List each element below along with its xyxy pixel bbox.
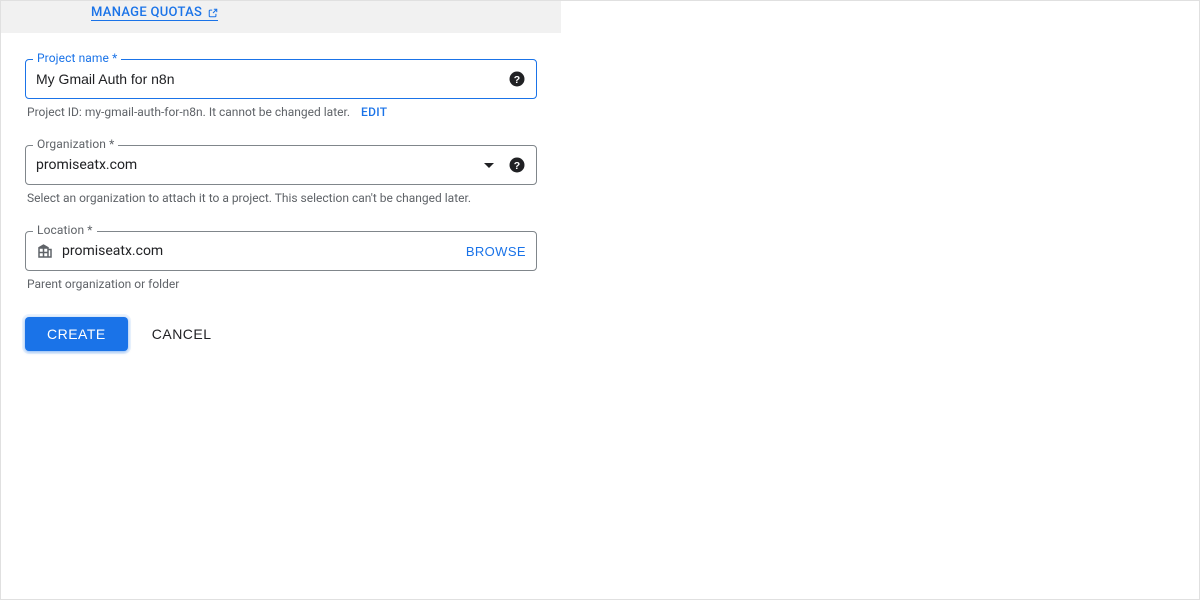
external-link-icon bbox=[208, 8, 218, 18]
manage-quotas-label: MANAGE QUOTAS bbox=[91, 5, 202, 20]
edit-project-id-button[interactable]: EDIT bbox=[361, 105, 387, 119]
location-field-wrap: Location * promiseatx.com BROWSE Parent … bbox=[25, 231, 537, 291]
location-helper: Parent organization or folder bbox=[25, 277, 537, 291]
create-button[interactable]: CREATE bbox=[25, 317, 128, 351]
project-id-helper: Project ID: my-gmail-auth-for-n8n. It ca… bbox=[25, 105, 537, 119]
svg-text:?: ? bbox=[514, 74, 520, 86]
project-id-suffix: . It cannot be changed later. bbox=[203, 105, 350, 119]
organization-label: Organization * bbox=[33, 137, 118, 151]
location-value: promiseatx.com bbox=[62, 243, 458, 259]
project-id-value: my-gmail-auth-for-n8n bbox=[85, 105, 203, 119]
organization-select[interactable]: promiseatx.com ? bbox=[25, 145, 537, 185]
manage-quotas-link[interactable]: MANAGE QUOTAS bbox=[91, 5, 218, 21]
action-button-row: CREATE CANCEL bbox=[25, 317, 537, 351]
project-name-label: Project name * bbox=[33, 51, 121, 65]
organization-icon bbox=[36, 242, 54, 260]
project-id-prefix: Project ID: bbox=[27, 105, 85, 119]
help-icon[interactable]: ? bbox=[508, 156, 526, 174]
location-field[interactable]: promiseatx.com BROWSE bbox=[25, 231, 537, 271]
cancel-button[interactable]: CANCEL bbox=[152, 326, 212, 342]
project-name-field-wrap: Project name * ? Project ID: my-gmail-au… bbox=[25, 59, 537, 119]
help-icon[interactable]: ? bbox=[508, 70, 526, 88]
chevron-down-icon bbox=[484, 163, 494, 168]
organization-value: promiseatx.com bbox=[36, 157, 476, 173]
project-name-input[interactable] bbox=[36, 71, 500, 87]
browse-button[interactable]: BROWSE bbox=[466, 244, 526, 259]
project-name-field[interactable]: ? bbox=[25, 59, 537, 99]
quota-banner: MANAGE QUOTAS bbox=[1, 1, 561, 33]
svg-text:?: ? bbox=[514, 160, 520, 172]
organization-field-wrap: Organization * promiseatx.com ? Select a… bbox=[25, 145, 537, 205]
organization-helper: Select an organization to attach it to a… bbox=[25, 191, 537, 205]
location-label: Location * bbox=[33, 223, 97, 237]
